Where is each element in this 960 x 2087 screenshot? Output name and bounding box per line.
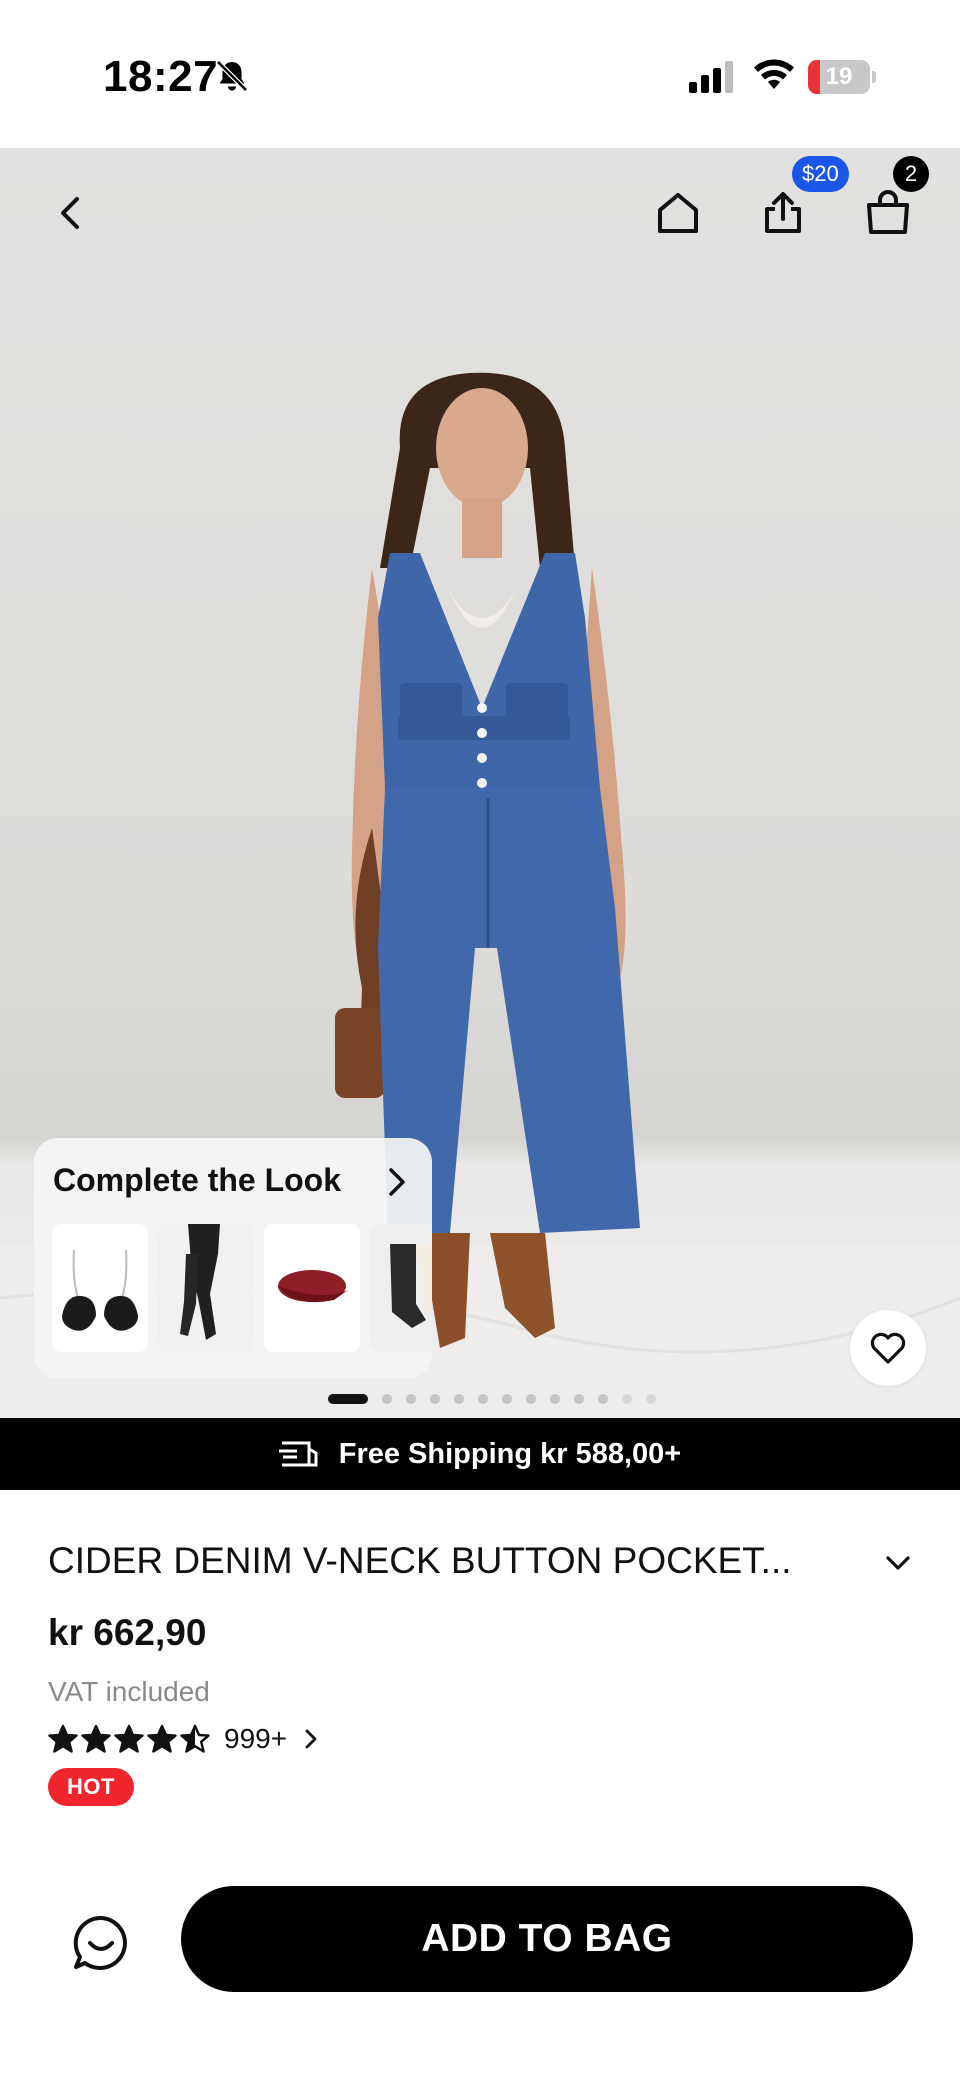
battery-level: 19 (825, 63, 853, 90)
cellular-signal-icon (689, 61, 733, 93)
gallery-dot[interactable] (574, 1394, 584, 1404)
look-item-beret[interactable] (264, 1224, 360, 1352)
gallery-dot[interactable] (406, 1394, 416, 1404)
chevron-down-icon[interactable] (880, 1546, 916, 1582)
share-reward-badge: $20 (792, 156, 849, 192)
star-filled-icon (81, 1724, 111, 1753)
shipping-truck-icon (278, 1441, 318, 1467)
back-icon (61, 197, 79, 229)
bag-count-badge: 2 (893, 156, 929, 192)
gallery-dot[interactable] (646, 1394, 656, 1404)
add-to-bag-button[interactable]: ADD TO BAG (181, 1886, 913, 1992)
star-half-icon (180, 1724, 210, 1753)
look-item-bra[interactable] (52, 1224, 148, 1352)
home-icon (658, 193, 698, 233)
gallery-dot[interactable] (328, 1394, 368, 1404)
rating-stars (48, 1724, 210, 1754)
star-filled-icon (147, 1724, 177, 1753)
gallery-dot[interactable] (550, 1394, 560, 1404)
gallery-dot[interactable] (430, 1394, 440, 1404)
vat-note: VAT included (48, 1676, 210, 1707)
shopping-bag-icon (867, 190, 909, 234)
rating-row[interactable]: 999+ (48, 1722, 321, 1756)
product-price: kr 662,90 (48, 1612, 207, 1653)
hot-badge: HOT (48, 1768, 134, 1806)
gallery-pagination (328, 1394, 656, 1404)
home-button[interactable] (643, 178, 713, 248)
wishlist-button[interactable] (850, 1310, 926, 1386)
chevron-right-icon (305, 1729, 317, 1749)
star-filled-icon (48, 1724, 78, 1753)
product-image-gallery[interactable]: $20 2 Complete the Look (0, 148, 960, 1418)
status-time: 18:27 (103, 52, 219, 101)
free-shipping-banner: Free Shipping kr 588,00+ (0, 1418, 960, 1490)
wifi-icon (754, 59, 794, 89)
status-bar: 18:27 19 (0, 0, 960, 148)
complete-the-look-title: Complete the Look (53, 1162, 342, 1198)
gallery-dot[interactable] (454, 1394, 464, 1404)
heart-icon (870, 1332, 906, 1364)
complete-the-look-card[interactable]: Complete the Look (34, 1138, 432, 1378)
complete-the-look-items (52, 1224, 432, 1352)
chevron-right-icon[interactable] (382, 1162, 412, 1202)
gallery-dot[interactable] (622, 1394, 632, 1404)
chat-icon (73, 1915, 127, 1970)
rating-count: 999+ (224, 1723, 288, 1754)
gallery-dot[interactable] (478, 1394, 488, 1404)
gallery-dot[interactable] (526, 1394, 536, 1404)
back-button[interactable] (36, 178, 106, 248)
look-item-tights[interactable] (158, 1224, 254, 1352)
battery-icon: 19 (808, 60, 876, 94)
free-shipping-text: Free Shipping kr 588,00+ (338, 1437, 682, 1470)
gallery-dot[interactable] (382, 1394, 392, 1404)
gallery-dot[interactable] (598, 1394, 608, 1404)
bell-slash-icon (216, 60, 248, 92)
product-title: CIDER DENIM V-NECK BUTTON POCKET... (48, 1540, 792, 1581)
share-icon (765, 192, 801, 233)
gallery-dot[interactable] (502, 1394, 512, 1404)
chat-button[interactable] (66, 1908, 136, 1978)
star-filled-icon (114, 1724, 144, 1753)
look-item-socks[interactable] (370, 1224, 432, 1352)
